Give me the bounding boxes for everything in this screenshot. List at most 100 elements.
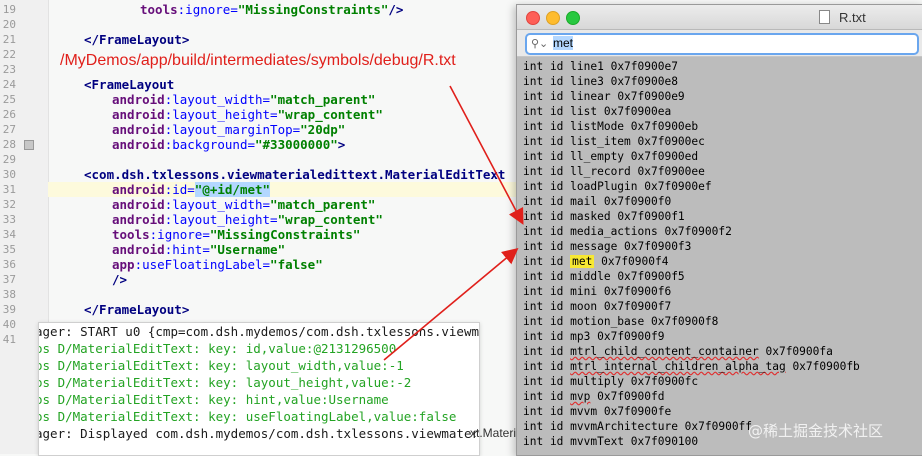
rtxt-window[interactable]: R.txt ⚲⌄ met int id line1 0x7f0900e7 int …: [516, 4, 922, 456]
watermark: @稀土掘金技术社区: [748, 422, 884, 440]
resource-name: message: [570, 240, 618, 253]
code-line-36: app:useFloatingLabel="false": [112, 257, 323, 272]
attr-value: "Username": [209, 242, 286, 257]
rtxt-entry: int id linear 0x7f0900e9: [523, 90, 685, 103]
code-line-19: tools:ignore="MissingConstraints"/>: [140, 2, 403, 17]
attr-name: :layout_width=: [164, 197, 271, 212]
tag-end: >: [337, 137, 346, 152]
resource-name: mtrl_internal_children_alpha_tag: [570, 360, 786, 373]
rtxt-entry: int id masked 0x7f0900f1: [523, 210, 685, 223]
resource-name: line3: [570, 75, 604, 88]
attr-name: :layout_height=: [164, 107, 278, 122]
resource-name: motion_base: [570, 315, 645, 328]
logcat-panel[interactable]: ager: START u0 {cmp=com.dsh.mydemos/com.…: [38, 322, 480, 456]
attr-namespace: android: [112, 242, 165, 257]
attr-name: :layout_width=: [164, 92, 271, 107]
attr-value: "#33000000": [255, 137, 338, 152]
log-line: os D/MaterialEditText: key: layout_heigh…: [38, 375, 412, 390]
resource-name: ll_record: [570, 165, 631, 178]
attr-namespace: android: [112, 182, 165, 197]
rtxt-content[interactable]: int id line1 0x7f0900e7 int id line3 0x7f…: [523, 59, 919, 451]
color-swatch-icon[interactable]: [24, 140, 34, 150]
rtxt-entry: int id line1 0x7f0900e7: [523, 60, 678, 73]
code-line-33: android:layout_height="wrap_content": [112, 212, 383, 227]
rtxt-entry: int id loadPlugin 0x7f0900ef: [523, 180, 712, 193]
line-number: 32: [2, 198, 16, 211]
attr-namespace: android: [112, 137, 165, 152]
line-number: 28: [2, 138, 16, 151]
close-window-button[interactable]: [526, 11, 540, 25]
resource-name: met: [570, 255, 595, 268]
code-line-35: android:hint="Username": [112, 242, 285, 257]
line-number: 29: [2, 153, 16, 166]
document-icon: [819, 10, 830, 24]
closing-tag: </FrameLayout>: [84, 302, 190, 317]
code-line-26: android:layout_height="wrap_content": [112, 107, 383, 122]
log-line: ager: START u0 {cmp=com.dsh.mydemos/com.…: [38, 324, 480, 339]
rtxt-entry: int id mini 0x7f0900f6: [523, 285, 672, 298]
resource-name: ll_empty: [570, 150, 625, 163]
attr-namespace: android: [112, 107, 165, 122]
find-bar: ⚲⌄ met: [517, 30, 922, 57]
line-number: 27: [2, 123, 16, 136]
window-title: R.txt: [839, 10, 866, 25]
line-number: 23: [2, 63, 16, 76]
line-number: 33: [2, 213, 16, 226]
code-line-24: <FrameLayout: [84, 77, 174, 92]
line-number: 19: [2, 3, 16, 16]
log-line: os D/MaterialEditText: key: layout_width…: [38, 358, 404, 373]
line-number: 36: [2, 258, 16, 271]
attr-value: "wrap_content": [277, 107, 383, 122]
code-line-25: android:layout_width="match_parent": [112, 92, 375, 107]
attr-value: "MissingConstraints": [209, 227, 361, 242]
attr-name: :useFloatingLabel=: [134, 257, 271, 272]
window-titlebar[interactable]: R.txt: [517, 5, 922, 30]
rtxt-entry: int id moon 0x7f0900f7: [523, 300, 672, 313]
attr-name: :layout_marginTop=: [164, 122, 301, 137]
line-number: 38: [2, 288, 16, 301]
line-number: 26: [2, 108, 16, 121]
resource-name: list: [570, 105, 598, 118]
rtxt-entry: int id ll_empty 0x7f0900ed: [523, 150, 699, 163]
self-close-tag: />: [112, 272, 128, 287]
rtxt-entry: int id multiply 0x7f0900fc: [523, 375, 699, 388]
attr-namespace: android: [112, 92, 165, 107]
code-line-39: </FrameLayout>: [84, 302, 189, 317]
line-number: 40: [2, 318, 16, 331]
magnifier-icon[interactable]: ⚲⌄: [531, 37, 548, 50]
closing-tag: </FrameLayout>: [84, 32, 190, 47]
line-number: 37: [2, 273, 16, 286]
opening-tag: <FrameLayout: [84, 77, 175, 92]
line-number: 30: [2, 168, 16, 181]
minimize-window-button[interactable]: [546, 11, 560, 25]
code-line-32: android:layout_width="match_parent": [112, 197, 375, 212]
log-line: os D/MaterialEditText: key: useFloatingL…: [38, 409, 457, 424]
attr-name: :background=: [164, 137, 255, 152]
rtxt-entry: int id media_actions 0x7f0900f2: [523, 225, 732, 238]
rtxt-entry: int id message 0x7f0900f3: [523, 240, 692, 253]
rtxt-entry: int id mp3 0x7f0900f9: [523, 330, 665, 343]
code-line-30: <com.dsh.txlessons.viewmaterialedittext.…: [84, 167, 505, 182]
attr-namespace: android: [112, 197, 165, 212]
attr-value: "match_parent": [270, 92, 376, 107]
code-line-27: android:layout_marginTop="20dp": [112, 122, 345, 137]
code-line-21: </FrameLayout>: [84, 32, 189, 47]
rtxt-entry: int id list_item 0x7f0900ec: [523, 135, 705, 148]
resource-name: mvvm: [570, 405, 598, 418]
rtxt-entry: int id met 0x7f0900f4: [523, 255, 669, 268]
attr-name: :id=: [164, 182, 195, 197]
zoom-window-button[interactable]: [566, 11, 580, 25]
code-line-34: tools:ignore="MissingConstraints": [112, 227, 360, 242]
resource-name: middle: [570, 270, 611, 283]
resource-name: multiply: [570, 375, 625, 388]
resource-name: mp3: [570, 330, 591, 343]
rtxt-entry: int id list 0x7f0900ea: [523, 105, 672, 118]
code-line-37: />: [112, 272, 127, 287]
attr-value: "MissingConstraints": [237, 2, 389, 17]
line-number: 31: [2, 183, 16, 196]
log-line: ager: Displayed com.dsh.mydemos/com.dsh.…: [38, 426, 480, 441]
search-input[interactable]: ⚲⌄ met: [525, 33, 919, 55]
line-number: 20: [2, 18, 16, 31]
attr-name: :layout_height=: [164, 212, 278, 227]
rtxt-entry: int id middle 0x7f0900f5: [523, 270, 685, 283]
